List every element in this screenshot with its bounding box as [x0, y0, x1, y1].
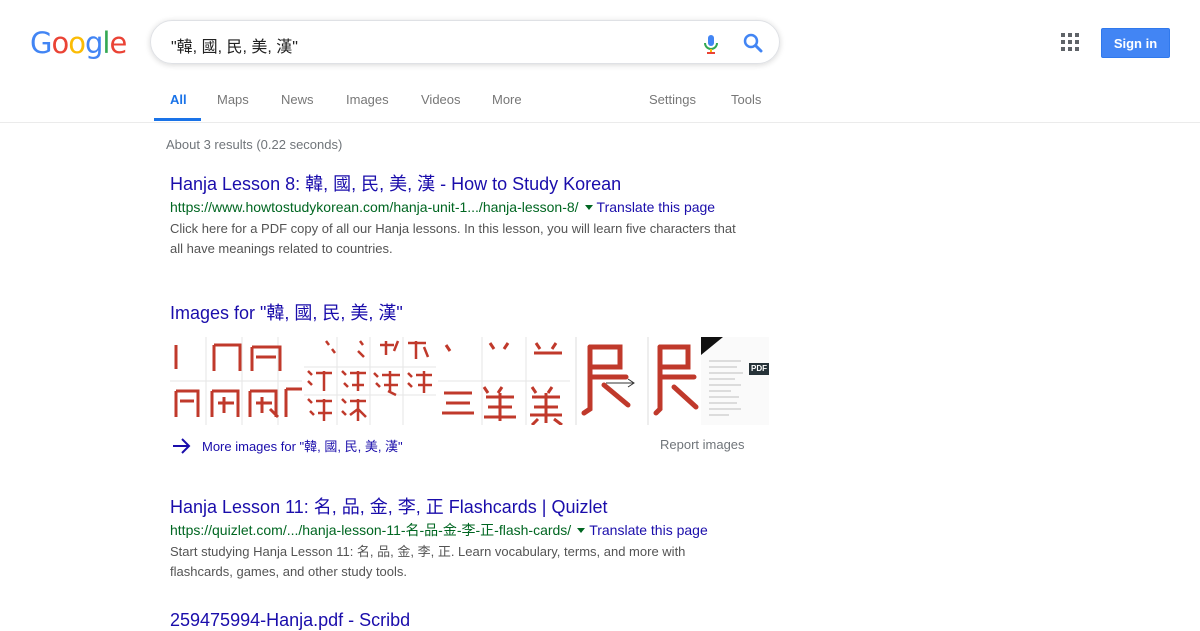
translate-link[interactable]: Translate this page — [589, 522, 708, 538]
report-images-link[interactable]: Report images — [660, 437, 745, 452]
result-stats: About 3 results (0.22 seconds) — [166, 137, 343, 152]
pdf-badge: PDF — [751, 364, 767, 373]
tab-tools[interactable]: Tools — [731, 92, 761, 107]
stroke-order-image — [170, 337, 302, 425]
result-url: https://quizlet.com/.../hanja-lesson-11-… — [170, 521, 750, 539]
dropdown-arrow-icon[interactable] — [577, 527, 586, 533]
image-thumbnail[interactable] — [646, 337, 700, 425]
search-tabs: All Maps News Images Videos More Setting… — [0, 78, 1200, 123]
tab-news[interactable]: News — [281, 92, 314, 107]
search-result: Hanja Lesson 11: 名, 品, 金, 李, 正 Flashcard… — [170, 496, 750, 582]
result-title-link[interactable]: Hanja Lesson 11: 名, 品, 金, 李, 正 Flashcard… — [170, 496, 750, 518]
images-block-title[interactable]: Images for "韓, 國, 民, 美, 漢" — [170, 299, 403, 325]
result-snippet: Click here for a PDF copy of all our Han… — [170, 221, 736, 256]
character-min-image — [647, 337, 699, 425]
pdf-document-image — [701, 337, 769, 425]
image-thumbnail[interactable] — [170, 337, 302, 425]
result-url-text[interactable]: https://quizlet.com/.../hanja-lesson-11-… — [170, 522, 571, 538]
arrow-right-icon — [173, 437, 191, 454]
image-thumbnail[interactable] — [572, 337, 644, 425]
tab-settings[interactable]: Settings — [649, 92, 696, 107]
magnifier-icon[interactable] — [741, 31, 765, 55]
result-title-link[interactable]: 259475994-Hanja.pdf - Scribd — [170, 609, 750, 631]
result-url-text[interactable]: https://www.howtostudykorean.com/hanja-u… — [170, 199, 579, 215]
tab-videos[interactable]: Videos — [421, 92, 461, 107]
tab-all[interactable]: All — [170, 92, 187, 107]
stroke-order-image — [438, 337, 570, 425]
tab-maps[interactable]: Maps — [217, 92, 249, 107]
search-result: 259475994-Hanja.pdf - Scribd — [170, 609, 750, 631]
translate-link[interactable]: Translate this page — [597, 199, 716, 215]
logo-letter: o — [51, 26, 69, 60]
search-result: Hanja Lesson 8: 韓, 國, 民, 美, 漢 - How to S… — [170, 173, 750, 259]
image-thumbnail[interactable]: PDF — [701, 337, 769, 425]
tab-images[interactable]: Images — [346, 92, 389, 107]
logo-letter: o — [68, 26, 86, 60]
result-snippet: Start studying Hanja Lesson 11: 名, 品, 金,… — [170, 544, 686, 579]
dropdown-arrow-icon[interactable] — [584, 204, 593, 210]
active-tab-indicator — [154, 118, 201, 121]
result-url: https://www.howtostudykorean.com/hanja-u… — [170, 198, 750, 216]
result-title-link[interactable]: Hanja Lesson 8: 韓, 國, 民, 美, 漢 - How to S… — [170, 173, 750, 195]
sign-in-button[interactable]: Sign in — [1101, 28, 1170, 58]
more-images-label[interactable]: More images for "韓, 國, 民, 美, 漢" — [202, 436, 403, 455]
google-logo[interactable]: Google — [30, 26, 127, 60]
character-min-image — [575, 337, 635, 425]
logo-letter: g — [84, 26, 103, 60]
apps-grid-icon[interactable] — [1060, 32, 1080, 52]
logo-letter: G — [30, 26, 53, 60]
logo-letter: e — [109, 26, 127, 60]
search-input[interactable]: "韓, 國, 民, 美, 漢" — [171, 33, 298, 57]
tab-more[interactable]: More — [492, 92, 522, 107]
search-box[interactable]: "韓, 國, 民, 美, 漢" — [150, 20, 780, 64]
microphone-icon[interactable] — [699, 32, 723, 56]
more-images-link[interactable]: More images for "韓, 國, 民, 美, 漢" — [172, 436, 403, 455]
stroke-order-image — [304, 337, 436, 425]
image-thumbnail[interactable] — [438, 337, 570, 425]
image-thumbnail[interactable] — [304, 337, 436, 425]
